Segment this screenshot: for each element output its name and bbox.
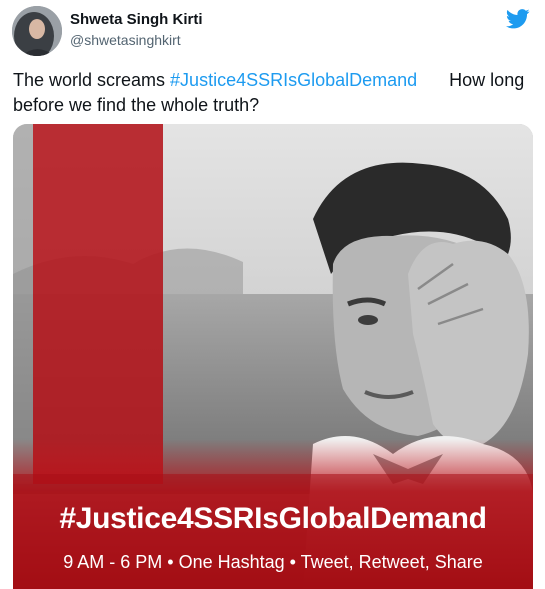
user-display-name[interactable]: Shweta Singh Kirti [70,11,203,28]
hashtag-link[interactable]: #Justice4SSRIsGlobalDemand [170,70,417,90]
tweet-card: Shweta Singh Kirti @shwetasinghkirt The … [0,0,545,589]
tweet-text-before: The world screams [13,70,171,90]
twitter-bird-icon[interactable] [505,9,530,29]
tweet-media-image[interactable]: #Justice4SSRIsGlobalDemand 9 AM - 6 PM •… [13,124,533,589]
user-handle[interactable]: @shwetasinghkirt [70,32,181,48]
avatar[interactable] [12,6,62,56]
banner-hashtag: #Justice4SSRIsGlobalDemand [59,502,487,535]
tweet-text: The world screams #Justice4SSRIsGlobalDe… [13,68,528,118]
banner-subtitle: 9 AM - 6 PM • One Hashtag • Tweet, Retwe… [63,552,483,572]
